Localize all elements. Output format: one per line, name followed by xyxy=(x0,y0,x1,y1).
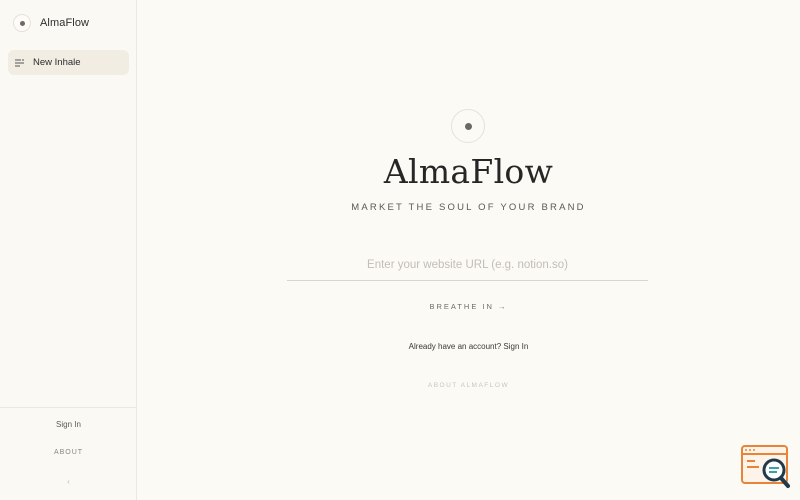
new-chat-icon xyxy=(15,58,25,67)
brand-dot xyxy=(19,20,25,26)
new-inhale-label: New Inhale xyxy=(33,57,81,68)
main-content: AlmaFlow MARKET THE SOUL OF YOUR BRAND B… xyxy=(137,0,800,500)
sidebar-brand[interactable]: AlmaFlow xyxy=(13,14,89,32)
page-title: AlmaFlow xyxy=(383,152,554,191)
account-prompt-text: Already have an account? xyxy=(408,342,502,351)
sidebar-about-link[interactable]: ABOUT xyxy=(0,449,137,456)
sidebar-sign-in-link[interactable]: Sign In xyxy=(0,420,137,429)
hero-logo-dot xyxy=(464,122,472,130)
sidebar: AlmaFlow New Inhale Sign In ABOUT ‹ xyxy=(0,0,137,500)
about-almaflow-link[interactable]: ABOUT ALMAFLOW xyxy=(137,382,800,389)
collapse-sidebar-icon[interactable]: ‹ xyxy=(0,477,137,486)
search-browser-icon[interactable] xyxy=(741,445,791,489)
new-inhale-button[interactable]: New Inhale xyxy=(8,50,129,75)
app-root: AlmaFlow New Inhale Sign In ABOUT ‹ Alma… xyxy=(0,0,800,500)
hero-logo-icon xyxy=(451,109,485,143)
breathe-in-button[interactable]: BREATHE IN → xyxy=(137,302,800,311)
sign-in-link[interactable]: Sign In xyxy=(503,342,528,351)
website-url-input[interactable] xyxy=(287,250,648,281)
sidebar-divider xyxy=(0,407,136,408)
brand-name: AlmaFlow xyxy=(40,17,90,29)
tagline: MARKET THE SOUL OF YOUR BRAND xyxy=(351,202,586,213)
dot-circle-icon xyxy=(13,14,31,32)
account-prompt-line: Already have an account? Sign In xyxy=(137,342,800,351)
